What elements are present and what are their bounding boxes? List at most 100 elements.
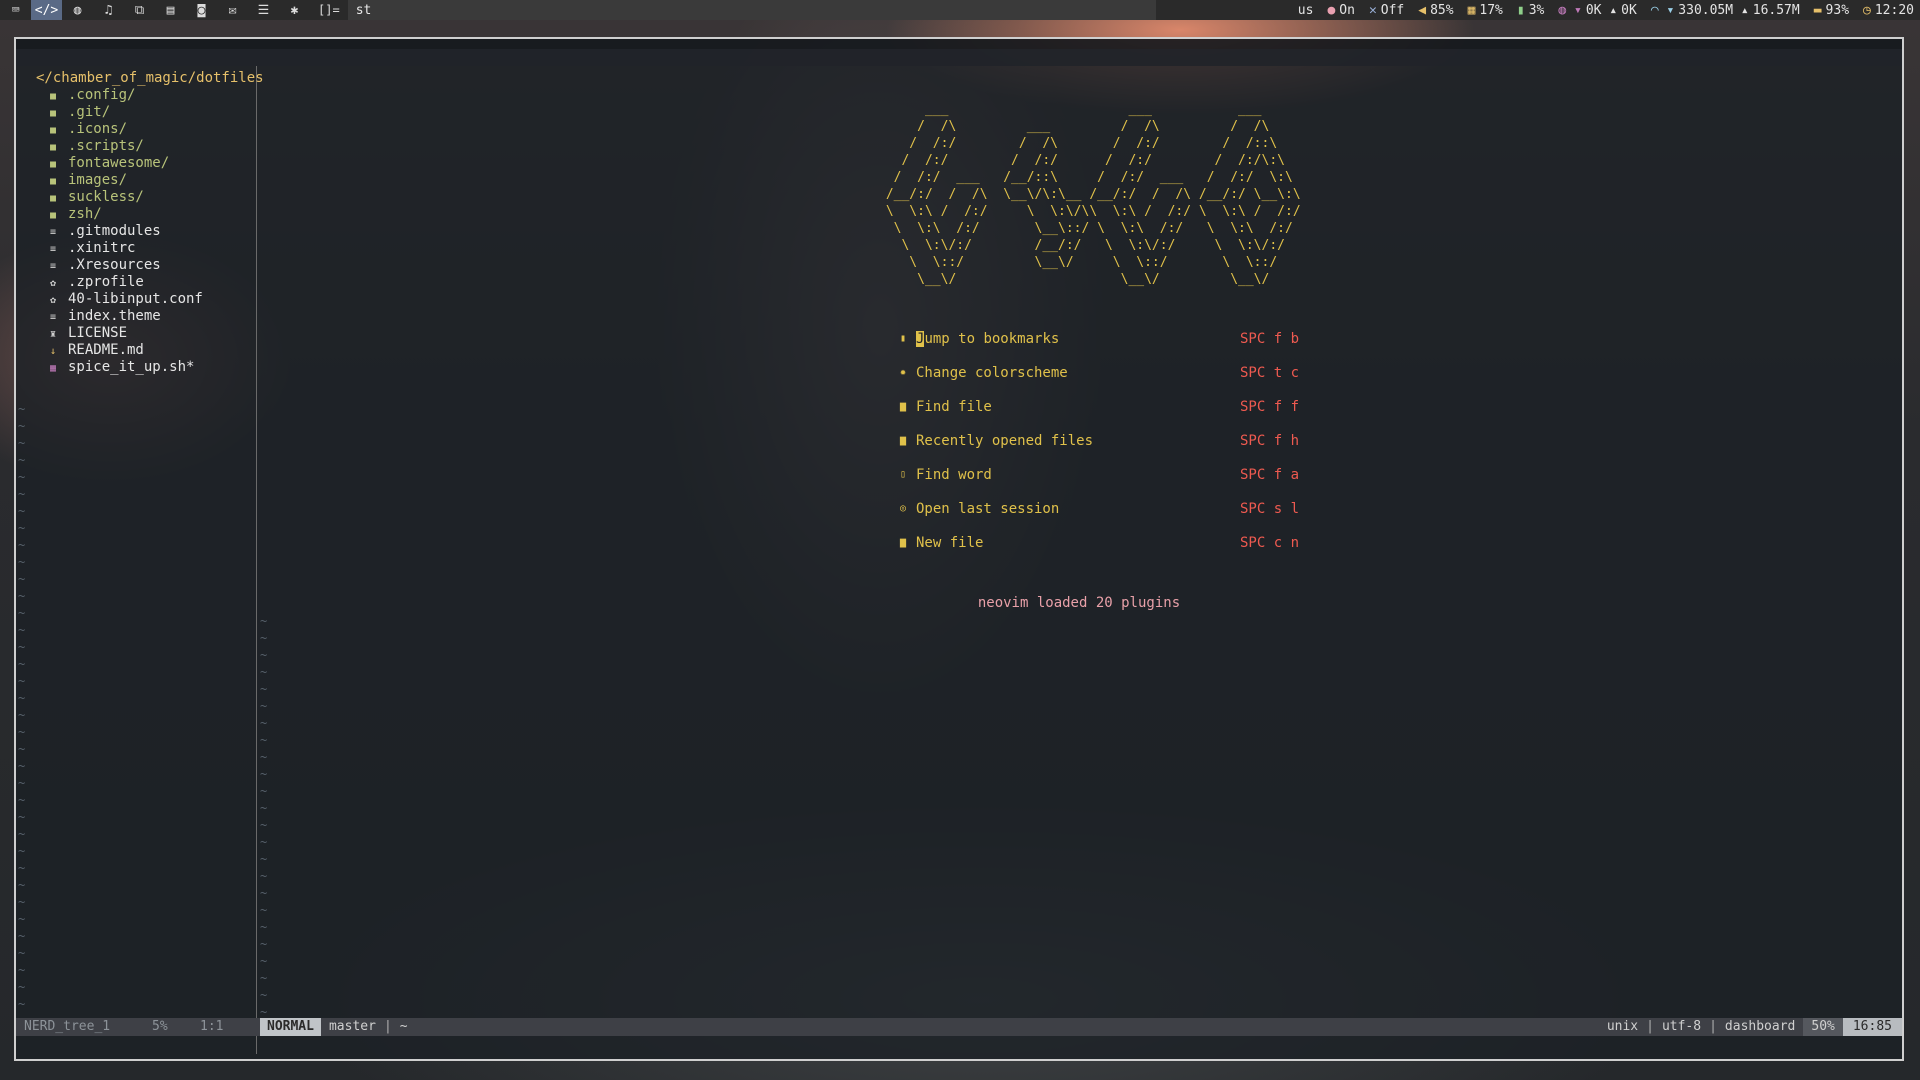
- list-icon[interactable]: ☰: [248, 0, 279, 20]
- terminal-window[interactable]: </chamber_of_magic/dotfiles ■ .config/ ■.…: [14, 37, 1904, 1061]
- tree-item[interactable]: ↓ README.md: [50, 342, 203, 359]
- tree-scroll-percent: 5%: [152, 1019, 168, 1034]
- tree-item[interactable]: ▦ spice_it_up.sh*: [50, 359, 203, 376]
- file-encoding: utf-8: [1661, 1019, 1702, 1034]
- tree-list: ■ .config/ ■ .git/ ■ .icons/ ■ .scripts/ ■ fo…: [50, 87, 203, 376]
- tree-item[interactable]: ≡ index.theme: [50, 308, 203, 325]
- entry-label: Find file: [916, 399, 992, 415]
- dashboard-entry-new-file[interactable]: ▆ New file SPC c n: [900, 526, 1300, 560]
- battery-value: 93%: [1825, 2, 1850, 18]
- history-file-icon: ▆: [900, 435, 907, 446]
- scroll-percent: 50%: [1803, 1018, 1843, 1036]
- bookmark-icon: ▮: [900, 333, 907, 344]
- search-file-icon: ▯: [900, 469, 907, 480]
- tree-item[interactable]: ■ .git/: [50, 104, 203, 121]
- tree-item[interactable]: ✿ .zprofile: [50, 274, 203, 291]
- battery-status: ▬ 93%: [1814, 3, 1849, 18]
- music-icon[interactable]: ♫: [93, 0, 124, 20]
- mic-value: Off: [1380, 2, 1405, 18]
- separator: |: [383, 1019, 392, 1034]
- entry-shortcut: SPC f f: [1240, 399, 1300, 415]
- memory-value: 3%: [1528, 2, 1545, 18]
- clock-status: ◷ 12:20: [1863, 3, 1914, 18]
- tree-item[interactable]: ≡ .Xresources: [50, 257, 203, 274]
- wifi-icon: ◠ ▾: [1650, 2, 1675, 18]
- terminal-icon[interactable]: ⌨: [0, 0, 31, 20]
- upload-arrow-icon: ▴: [1740, 2, 1749, 18]
- empty-line-markers: ~ ~ ~ ~ ~ ~ ~ ~ ~ ~ ~ ~ ~ ~ ~ ~ ~ ~ ~ ~ ~ ~ ~ ~: [260, 614, 268, 1019]
- entry-shortcut: SPC f b: [1240, 331, 1300, 347]
- entry-shortcut: SPC s l: [1240, 501, 1300, 517]
- tree-item[interactable]: ■ .icons/: [50, 121, 203, 138]
- memory-icon: ▮: [1516, 2, 1525, 18]
- text-file-icon: ≡: [50, 312, 57, 323]
- network-icon: ◍ ▾: [1558, 2, 1582, 18]
- net-up-value: 0K: [1621, 2, 1637, 18]
- folder-icon: ■: [50, 193, 57, 204]
- tree-item[interactable]: ■ suckless/: [50, 189, 203, 206]
- entry-label: Recently opened files: [916, 433, 1094, 449]
- tree-item[interactable]: ♜ LICENSE: [50, 325, 203, 342]
- mail-icon[interactable]: ✉: [217, 0, 248, 20]
- cpu-value: 17%: [1479, 2, 1503, 18]
- tree-item[interactable]: ≡ .xinitrc: [50, 240, 203, 257]
- wifi-up-value: 16.57M: [1752, 2, 1800, 18]
- memory-status: ▮ 3%: [1517, 3, 1544, 18]
- dashboard-menu: ▮ Jump to bookmarks SPC f b ✹ Change col…: [900, 322, 1300, 560]
- tree-root-path[interactable]: </chamber_of_magic/dotfiles: [36, 70, 264, 87]
- text-file-icon: ≡: [50, 261, 57, 272]
- text-file-icon: ≡: [50, 244, 57, 255]
- document-icon[interactable]: ▤: [155, 0, 186, 20]
- chat-icon[interactable]: ◙: [186, 0, 217, 20]
- tree-item[interactable]: ■ .scripts/: [50, 138, 203, 155]
- shell-script-icon: ▦: [50, 363, 57, 374]
- battery-icon: ▬: [1813, 2, 1822, 18]
- entry-label: Change colorscheme: [916, 365, 1068, 381]
- layout-indicator[interactable]: []=: [310, 3, 348, 17]
- plugins-loaded-footer: neovim loaded 20 plugins: [977, 595, 1181, 611]
- dashboard-entry-bookmarks[interactable]: ▮ Jump to bookmarks SPC f b: [900, 322, 1300, 356]
- entry-shortcut: SPC f h: [1240, 433, 1300, 449]
- folder-icon: ■: [50, 108, 57, 119]
- mic-status: ✕ Off: [1369, 3, 1404, 18]
- statusline: NERD_tree_1 5% 1:1 NORMAL master | ~ uni…: [16, 1018, 1902, 1036]
- tree-item[interactable]: ■ .config/: [50, 87, 203, 104]
- folder-icon: ■: [50, 210, 57, 221]
- entry-label: ump to bookmarks: [924, 331, 1060, 347]
- clock-icon: ◷: [1863, 2, 1871, 18]
- windows-icon[interactable]: ⧉: [124, 0, 155, 20]
- tree-item[interactable]: ■ fontawesome/: [50, 155, 203, 172]
- vim-ascii-logo: ___ ___ ___ / /\ ___ / /\ / /\ / /:/ / /…: [885, 102, 1301, 287]
- gear-icon: ✿: [50, 295, 57, 306]
- entry-label: Find word: [916, 467, 992, 483]
- tree-item[interactable]: ■ images/: [50, 172, 203, 189]
- file-type: dashboard: [1724, 1019, 1796, 1034]
- folder-icon: ■: [50, 91, 57, 102]
- top-bar: ⌨ </> ◍ ♫ ⧉ ▤ ◙ ✉ ☰ ✱ []= st us ● On ✕ Off…: [0, 0, 1920, 20]
- dashboard-entry-recent-files[interactable]: ▆ Recently opened files SPC f h: [900, 424, 1300, 458]
- lock-value: On: [1339, 2, 1355, 18]
- tree-item[interactable]: ■ zsh/: [50, 206, 203, 223]
- tag-list: ⌨ </> ◍ ♫ ⧉ ▤ ◙ ✉ ☰ ✱ []= st: [0, 0, 1156, 20]
- asterisk-icon[interactable]: ✱: [279, 0, 310, 20]
- microphone-off-icon: ✕: [1368, 2, 1377, 18]
- tree-item[interactable]: ≡ .gitmodules: [50, 223, 203, 240]
- dashboard-entry-last-session[interactable]: ◎ Open last session SPC s l: [900, 492, 1300, 526]
- globe-icon[interactable]: ◍: [62, 0, 93, 20]
- clock-value: 12:20: [1874, 2, 1914, 18]
- folder-icon: ■: [50, 159, 57, 170]
- file-icon: ▆: [900, 401, 907, 412]
- gear-icon: ✿: [50, 278, 57, 289]
- dashboard-entry-find-word[interactable]: ▯ Find word SPC f a: [900, 458, 1300, 492]
- buffer-name: ~: [399, 1019, 408, 1034]
- wifi-status: ◠ ▾ 330.05M ▴ 16.57M: [1651, 3, 1800, 18]
- code-icon[interactable]: </>: [31, 0, 62, 20]
- dashboard-entry-find-file[interactable]: ▆ Find file SPC f f: [900, 390, 1300, 424]
- status-area: us ● On ✕ Off ◀ 85% ▦ 17% ▮ 3% ◍ ▾ 0K ▴ 0K ◠ ▾ 3…: [1298, 0, 1914, 20]
- dashboard-entry-colorscheme[interactable]: ✹ Change colorscheme SPC t c: [900, 356, 1300, 390]
- tree-item[interactable]: ✿ 40-libinput.conf: [50, 291, 203, 308]
- folder-icon: ■: [50, 125, 57, 136]
- file-format: unix: [1606, 1019, 1639, 1034]
- nerdtree-panel[interactable]: </chamber_of_magic/dotfiles ■ .config/ ■.…: [16, 66, 264, 1054]
- entry-label: New file: [916, 535, 984, 551]
